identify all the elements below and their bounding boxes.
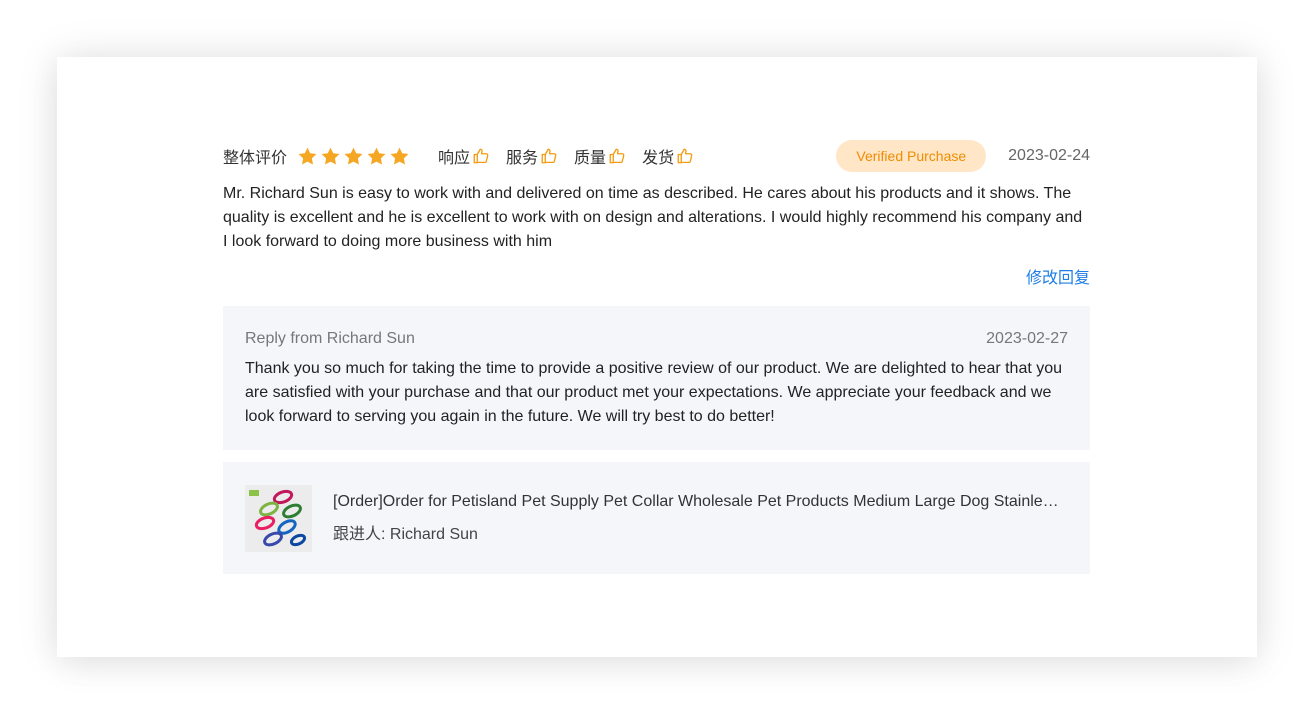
metric-label: 发货 [642, 150, 675, 167]
star-icon [390, 147, 409, 165]
thumbs-up-icon [609, 148, 625, 164]
metric-shipping: 发货 [642, 144, 694, 168]
star-icon [344, 147, 363, 165]
metric-label: 响应 [438, 150, 471, 167]
follow-up-person: 跟进人: Richard Sun [333, 525, 478, 543]
star-icon [367, 147, 386, 165]
reply-header: Reply from Richard Sun 2023-02-27 [245, 330, 1068, 352]
reply-date: 2023-02-27 [986, 330, 1068, 347]
review-header: 整体评价 响应 服务 质量 发货 Verified Purchase 2023-… [223, 137, 1090, 175]
edit-reply-row: 修改回复 [223, 264, 1090, 290]
product-thumbnail[interactable] [245, 484, 312, 552]
star-icon [298, 147, 317, 165]
review-content: 整体评价 响应 服务 质量 发货 Verified Purchase 2023-… [223, 137, 1090, 574]
review-text: Mr. Richard Sun is easy to work with and… [223, 185, 1083, 250]
order-title[interactable]: [Order]Order for Petisland Pet Supply Pe… [333, 493, 1062, 511]
thumbs-up-icon [541, 148, 557, 164]
verified-purchase-badge: Verified Purchase [836, 140, 987, 172]
review-date: 2023-02-24 [1008, 147, 1090, 164]
metric-response: 响应 [438, 144, 490, 168]
metric-label: 质量 [574, 150, 607, 167]
metric-label: 服务 [506, 150, 539, 167]
seller-reply: Reply from Richard Sun 2023-02-27 Thank … [223, 306, 1090, 450]
edit-reply-link[interactable]: 修改回复 [1026, 270, 1090, 287]
metric-service: 服务 [506, 144, 558, 168]
dog-collar-product-image [245, 484, 312, 552]
thumbs-up-icon [677, 148, 693, 164]
star-rating [297, 146, 410, 167]
star-icon [321, 147, 340, 165]
overall-rating-label: 整体评价 [223, 150, 288, 167]
review-card: 整体评价 响应 服务 质量 发货 Verified Purchase 2023-… [57, 57, 1257, 657]
order-card[interactable]: [Order]Order for Petisland Pet Supply Pe… [223, 462, 1090, 574]
thumbs-up-icon [473, 148, 489, 164]
metric-quality: 质量 [574, 144, 626, 168]
order-info: [Order]Order for Petisland Pet Supply Pe… [333, 493, 1062, 544]
reply-text: Thank you so much for taking the time to… [245, 360, 1063, 425]
reply-author: Reply from Richard Sun [245, 330, 415, 347]
